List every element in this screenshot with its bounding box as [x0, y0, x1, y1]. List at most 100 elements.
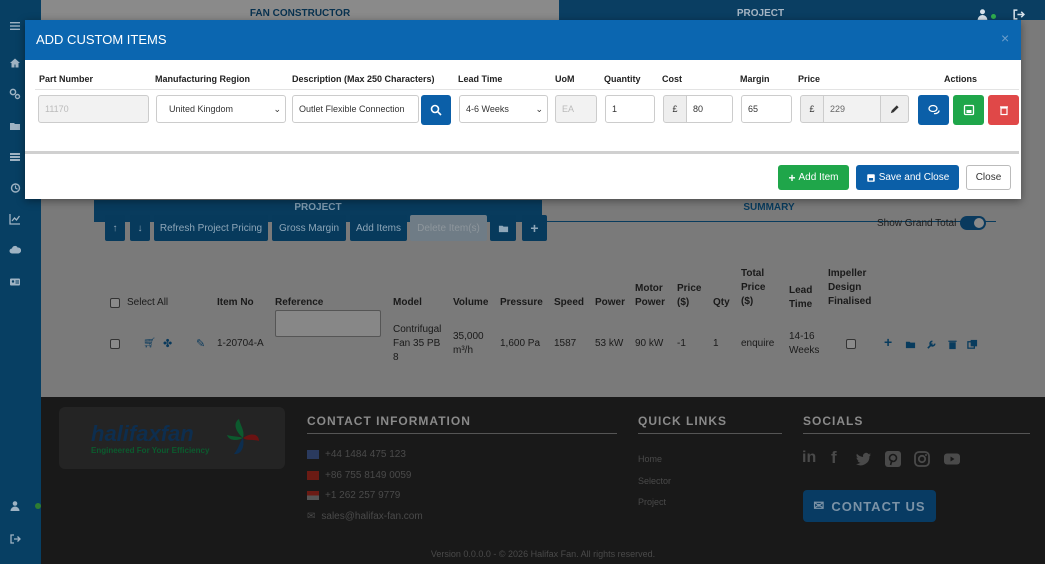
- phone-uk-text: +44 1484 475 123: [325, 449, 406, 460]
- delete-row-button[interactable]: [988, 95, 1019, 125]
- cloud-icon[interactable]: [0, 240, 30, 260]
- phone-us[interactable]: +1 262 257 9779: [307, 490, 400, 501]
- tab-fan-constructor[interactable]: FAN CONSTRUCTOR: [41, 0, 559, 20]
- row-total-price: enquire: [741, 338, 775, 349]
- select-all-checkbox[interactable]: [110, 298, 120, 308]
- socials-divider: [803, 433, 1030, 434]
- quick-link-home[interactable]: Home: [638, 454, 662, 464]
- youtube-icon[interactable]: [943, 450, 961, 473]
- uk-flag-icon: [307, 450, 319, 459]
- cart-icon[interactable]: 🛒︎: [143, 338, 156, 349]
- refresh-pricing-button[interactable]: Refresh Project Pricing: [154, 215, 268, 241]
- row-folder-icon[interactable]: [905, 337, 916, 355]
- pencil-icon: [890, 104, 899, 113]
- edit-icon[interactable]: ✎: [196, 337, 205, 350]
- add-custom-items-modal: ADD CUSTOM ITEMS × Part Number Manufactu…: [25, 20, 1021, 199]
- row-pressure: 1,600 Pa: [500, 338, 541, 349]
- uom-input[interactable]: EA: [555, 95, 597, 123]
- floppy-disk-icon: [866, 173, 875, 182]
- open-folder-button[interactable]: [490, 215, 516, 241]
- linkedin-icon[interactable]: in: [802, 449, 816, 467]
- part-number-input[interactable]: 11170: [38, 95, 149, 123]
- col-manufacturing-region: Manufacturing Region: [155, 74, 250, 84]
- row-wrench-icon[interactable]: [926, 337, 937, 355]
- pinterest-icon[interactable]: [884, 450, 902, 473]
- row-price: -1: [677, 338, 686, 349]
- twitter-icon[interactable]: [855, 450, 873, 473]
- col-reference: Reference: [275, 297, 324, 308]
- col-description: Description (Max 250 Characters): [292, 74, 435, 84]
- contact-us-label: CONTACT US: [831, 498, 926, 514]
- folder-open-icon: [498, 225, 508, 232]
- halifax-fan-logo[interactable]: halifaxfan Engineered For Your Efficienc…: [59, 407, 285, 469]
- col-uom: UoM: [555, 74, 575, 84]
- row-reference-input[interactable]: [275, 310, 381, 337]
- quick-link-selector[interactable]: Selector: [638, 476, 671, 486]
- lead-time-select[interactable]: 4-6 Weeks ⌄: [459, 95, 548, 123]
- comments-button[interactable]: [918, 95, 949, 125]
- description-input[interactable]: Outlet Flexible Connection: [292, 95, 419, 123]
- socials-heading: SOCIALS: [803, 414, 864, 428]
- col-lead-time: Lead Time: [458, 74, 503, 84]
- add-item-button[interactable]: + Add Item: [778, 165, 849, 190]
- add-row-button[interactable]: +: [522, 215, 547, 241]
- row-checkbox[interactable]: [110, 339, 120, 349]
- col-actions: Actions: [944, 74, 978, 84]
- phone-uk[interactable]: +44 1484 475 123: [307, 449, 406, 460]
- quantity-input[interactable]: 1: [605, 95, 655, 123]
- phone-cn-text: +86 755 8149 0059: [325, 470, 412, 481]
- tab-project[interactable]: PROJECT: [559, 0, 962, 20]
- logout-icon[interactable]: [0, 529, 30, 549]
- chart-icon[interactable]: [0, 209, 30, 229]
- envelope-icon: ✉: [813, 498, 826, 513]
- close-button[interactable]: Close: [966, 165, 1011, 190]
- save-and-close-label: Save and Close: [878, 172, 950, 183]
- col-part-number: Part Number: [39, 74, 94, 84]
- gross-margin-button[interactable]: Gross Margin: [272, 215, 346, 241]
- id-card-icon[interactable]: [0, 272, 30, 292]
- col-cost: Cost: [662, 74, 682, 84]
- margin-input[interactable]: 65: [741, 95, 792, 123]
- manufacturing-region-select[interactable]: United Kingdom ⌄: [156, 95, 286, 123]
- row-trash-icon[interactable]: [947, 337, 958, 355]
- save-and-close-button[interactable]: Save and Close: [856, 165, 959, 190]
- phone-cn[interactable]: +86 755 8149 0059: [307, 470, 411, 481]
- fan-icon[interactable]: ✤: [163, 337, 172, 350]
- delete-items-button[interactable]: Delete Item(s): [410, 215, 487, 241]
- cost-input[interactable]: 80: [686, 95, 733, 123]
- cost-currency-addon: £: [663, 95, 687, 123]
- modal-divider: [25, 151, 1019, 154]
- facebook-icon[interactable]: f: [831, 448, 837, 468]
- row-impeller-checkbox[interactable]: [846, 339, 856, 349]
- col-price: Price ($): [677, 283, 702, 308]
- modal-close-icon[interactable]: ×: [1001, 30, 1009, 46]
- quick-link-project[interactable]: Project: [638, 497, 666, 507]
- add-items-button[interactable]: Add Items: [350, 215, 407, 241]
- save-row-button[interactable]: [953, 95, 984, 125]
- show-grand-total-toggle[interactable]: [960, 216, 987, 230]
- row-volume: 35,000 m³/h: [453, 331, 484, 356]
- price-input[interactable]: 229: [823, 95, 881, 123]
- contact-divider: [307, 433, 617, 434]
- col-margin: Margin: [740, 74, 770, 84]
- arrow-down-icon: ↓: [137, 222, 143, 234]
- row-speed: 1587: [554, 338, 577, 349]
- col-lead-time: Lead Time: [789, 285, 813, 310]
- instagram-icon[interactable]: [913, 450, 931, 473]
- copyright: Version 0.0.0.0 - © 2026 Halifax Fan. Al…: [430, 549, 656, 559]
- row-copy-icon[interactable]: [967, 337, 978, 355]
- contact-us-button[interactable]: ✉ CONTACT US: [803, 490, 936, 522]
- move-down-button[interactable]: ↓: [130, 215, 150, 241]
- online-status-dot: [991, 14, 996, 19]
- move-up-button[interactable]: ↑: [105, 215, 125, 241]
- edit-price-button[interactable]: [880, 95, 909, 123]
- col-price: Price: [798, 74, 821, 84]
- footer: halifaxfan Engineered For Your Efficienc…: [41, 397, 1045, 564]
- row-add-icon[interactable]: +: [884, 334, 892, 350]
- us-flag-icon: [307, 491, 319, 500]
- select-all-label: Select All: [127, 297, 169, 308]
- search-button[interactable]: [421, 95, 451, 125]
- email-link[interactable]: ✉ sales@halifax-fan.com: [307, 511, 423, 522]
- fan-logo-icon: [227, 419, 259, 455]
- user-icon[interactable]: [0, 496, 30, 516]
